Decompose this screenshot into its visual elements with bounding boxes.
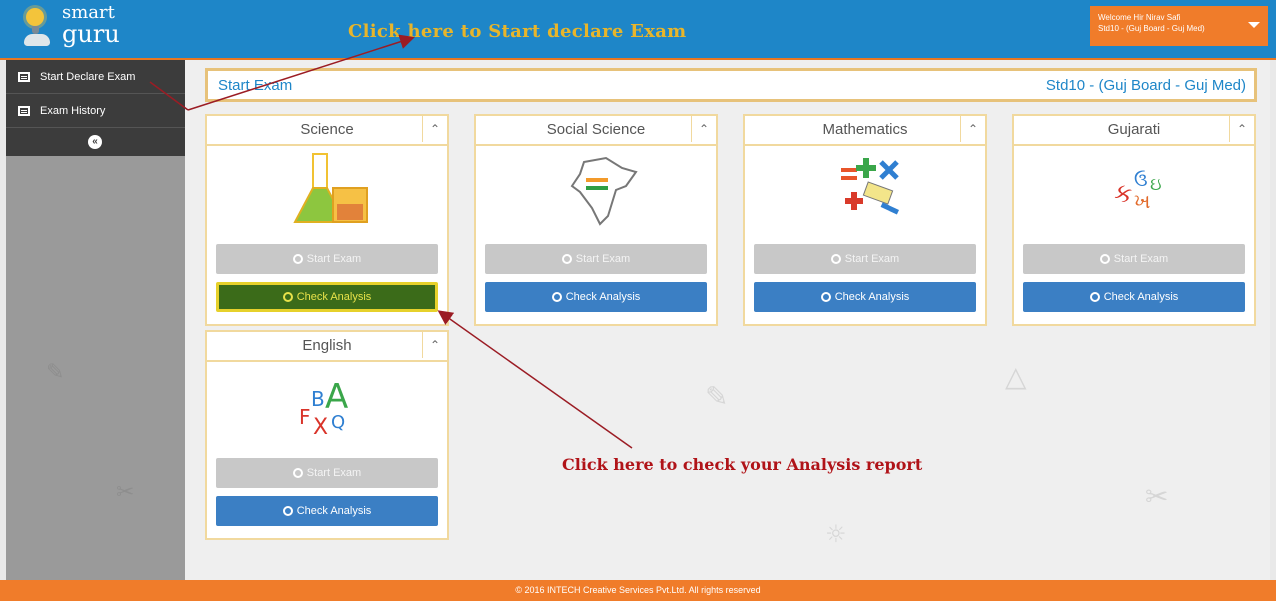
svg-text:A: A xyxy=(325,377,348,417)
clock-icon xyxy=(561,254,572,264)
clock-icon xyxy=(1089,292,1100,302)
copyright-text: © 2016 INTECH Creative Services Pvt.Ltd.… xyxy=(515,585,761,595)
start-exam-button[interactable]: Start Exam xyxy=(754,244,976,274)
subject-card-mathematics: Mathematics ⌃ Start Exam Check Analysis xyxy=(743,114,987,326)
svg-text:X: X xyxy=(313,415,328,440)
collapse-card-button[interactable]: ⌃ xyxy=(422,332,447,358)
clock-icon xyxy=(282,292,293,302)
start-exam-button[interactable]: Start Exam xyxy=(216,244,438,274)
callout-start-declare: Click here to Start declare Exam xyxy=(348,21,687,42)
top-bar: smart guru Click here to Start declare E… xyxy=(0,0,1276,60)
clock-icon xyxy=(282,506,293,516)
sidebar-item-label: Start Declare Exam xyxy=(40,70,136,83)
collapse-card-button[interactable]: ⌃ xyxy=(422,116,447,142)
sidebar: Start Declare Exam Exam History « ✎ ✂ xyxy=(6,60,185,580)
std-info: Std10 - (Guj Board - Guj Med) xyxy=(1045,77,1246,94)
background-doodle: ✎ xyxy=(705,380,729,413)
start-exam-button[interactable]: Start Exam xyxy=(1023,244,1245,274)
main-content: ✎ △ ✂ ☼ Start Exam Std10 - (Guj Board - … xyxy=(185,60,1270,580)
clock-icon xyxy=(1099,254,1110,264)
subject-title: Social Science xyxy=(546,121,646,138)
india-map-icon xyxy=(476,146,716,230)
welcome-text: Welcome Hir Nirav Safi xyxy=(1098,13,1181,22)
clock-icon xyxy=(551,292,562,302)
gujarati-letters-icon: ક ઉ ખ ઇ xyxy=(1014,146,1254,230)
start-exam-button[interactable]: Start Exam xyxy=(216,458,438,488)
background-doodle: △ xyxy=(1005,360,1027,393)
callout-check-analysis: Click here to check your Analysis report xyxy=(562,455,923,474)
subject-title: English xyxy=(302,337,352,354)
check-analysis-button[interactable]: Check Analysis xyxy=(485,282,707,312)
subject-title: Gujarati xyxy=(1107,121,1161,138)
collapse-card-button[interactable]: ⌃ xyxy=(691,116,716,142)
check-analysis-button[interactable]: Check Analysis xyxy=(754,282,976,312)
collapse-card-button[interactable]: ⌃ xyxy=(960,116,985,142)
math-symbols-icon xyxy=(745,146,985,230)
clock-icon xyxy=(292,254,303,264)
bulb-icon xyxy=(26,8,44,26)
collapse-card-button[interactable]: ⌃ xyxy=(1229,116,1254,142)
chevron-down-icon xyxy=(1248,22,1260,28)
svg-text:ઇ: ઇ xyxy=(1150,174,1162,195)
svg-text:Q: Q xyxy=(331,412,345,433)
brand-line2: guru xyxy=(62,20,120,48)
sidebar-item-label: Exam History xyxy=(40,104,106,117)
subject-card-social-science: Social Science ⌃ Start Exam Check Analys… xyxy=(474,114,718,326)
clock-icon xyxy=(820,292,831,302)
start-exam-button[interactable]: Start Exam xyxy=(485,244,707,274)
exam-header-bar: Start Exam Std10 - (Guj Board - Guj Med) xyxy=(205,68,1257,102)
user-std-text: Std10 - (Guj Board - Guj Med) xyxy=(1098,24,1205,33)
subject-card-science: Science ⌃ Start Exam Check Analysis xyxy=(205,114,449,326)
svg-text:ખ: ખ xyxy=(1134,189,1150,213)
sidebar-collapse-bar: « xyxy=(6,128,185,156)
subject-card-gujarati: Gujarati ⌃ ક ઉ ખ ઇ Start Exam Check Anal… xyxy=(1012,114,1256,326)
check-analysis-button[interactable]: Check Analysis xyxy=(1023,282,1245,312)
page-title: Start Exam xyxy=(218,77,293,94)
background-doodle: ✂ xyxy=(1145,480,1169,513)
svg-text:F: F xyxy=(299,405,311,429)
clock-icon xyxy=(830,254,841,264)
user-menu[interactable]: Welcome Hir Nirav Safi Std10 - (Guj Boar… xyxy=(1090,6,1268,46)
calendar-icon xyxy=(18,105,30,116)
background-doodle: ✂ xyxy=(116,480,135,505)
svg-text:B: B xyxy=(311,387,325,411)
footer: © 2016 INTECH Creative Services Pvt.Ltd.… xyxy=(0,580,1276,601)
clock-icon xyxy=(292,468,303,478)
svg-text:ઉ: ઉ xyxy=(1134,170,1148,191)
calendar-icon xyxy=(18,71,30,82)
check-analysis-button[interactable]: Check Analysis xyxy=(216,496,438,526)
svg-text:ક: ક xyxy=(1114,179,1132,209)
background-doodle: ✎ xyxy=(46,360,65,385)
logo[interactable]: smart guru xyxy=(16,2,166,56)
hand-icon xyxy=(24,34,50,46)
background-doodle: ☼ xyxy=(825,520,847,548)
check-analysis-button[interactable]: Check Analysis xyxy=(216,282,438,312)
sidebar-item-start-declare-exam[interactable]: Start Declare Exam xyxy=(6,60,185,94)
subject-card-english: English ⌃ B A F X Q Start Exam Check Ana… xyxy=(205,330,449,540)
flask-icon xyxy=(207,146,447,230)
subject-title: Science xyxy=(300,121,354,138)
sidebar-item-exam-history[interactable]: Exam History xyxy=(6,94,185,128)
alphabet-icon: B A F X Q xyxy=(207,362,447,454)
subject-title: Mathematics xyxy=(822,121,908,138)
collapse-sidebar-button[interactable]: « xyxy=(88,135,102,149)
